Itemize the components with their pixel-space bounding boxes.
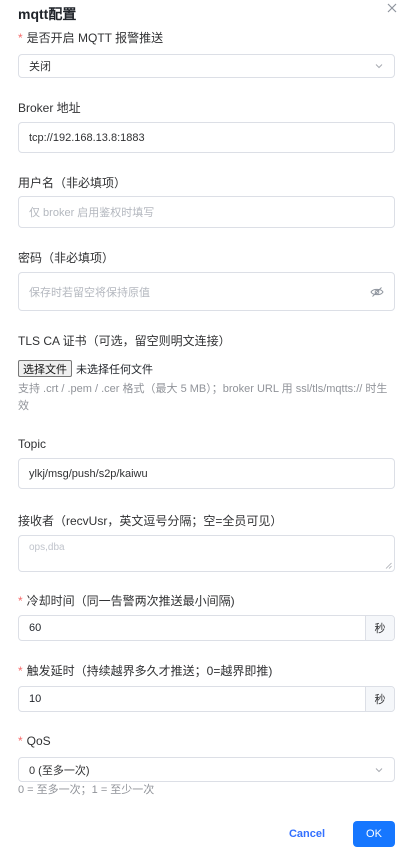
broker-label: Broker 地址 bbox=[18, 101, 81, 115]
resize-handle-icon[interactable] bbox=[385, 562, 392, 569]
cooldown-unit: 秒 bbox=[365, 616, 394, 640]
qos-label: * QoS bbox=[18, 734, 51, 748]
topic-input-value: ylkj/msg/push/s2p/kaiwu bbox=[29, 467, 148, 480]
username-label: 用户名（非必填项） bbox=[18, 176, 127, 190]
receivers-placeholder: ops,dba bbox=[29, 542, 65, 553]
password-placeholder: 保存时若留空将保持原值 bbox=[29, 286, 150, 299]
required-mark: * bbox=[18, 594, 23, 608]
tls-hint-line2: 效 bbox=[18, 400, 29, 412]
tls-file-picker: 选择文件 未选择任何文件 bbox=[18, 360, 153, 377]
password-label: 密码（非必填项） bbox=[18, 251, 115, 265]
close-icon[interactable] bbox=[385, 1, 399, 15]
qos-select-value: 0 (至多一次) bbox=[29, 764, 90, 777]
mqtt-config-dialog: mqtt配置 * 是否开启 MQTT 报警推送 关闭 Broker 地址 tcp:… bbox=[0, 0, 414, 848]
password-input[interactable]: 保存时若留空将保持原值 bbox=[18, 272, 395, 311]
topic-label: Topic bbox=[18, 437, 47, 451]
enable-label: * 是否开启 MQTT 报警推送 bbox=[18, 29, 163, 46]
delay-value: 10 bbox=[29, 693, 42, 705]
receivers-textarea[interactable]: ops,dba bbox=[18, 535, 395, 572]
file-status: 未选择任何文件 bbox=[76, 363, 153, 376]
required-mark: * bbox=[18, 734, 23, 748]
qos-hint: 0 = 至多一次；1 = 至少一次 bbox=[18, 784, 155, 796]
broker-input-value: tcp://192.168.13.8:1883 bbox=[29, 131, 145, 144]
tls-label: TLS CA 证书（可选，留空则明文连接） bbox=[18, 334, 231, 348]
delay-label: * 触发延时（持续越界多久才推送；0=越界即推) bbox=[18, 662, 272, 679]
cooldown-label-text: 冷却时间（同一告警两次推送最小间隔) bbox=[26, 594, 235, 608]
enable-select-value: 关闭 bbox=[29, 61, 51, 73]
username-placeholder: 仅 broker 启用鉴权时填写 bbox=[29, 207, 155, 219]
delay-unit: 秒 bbox=[365, 687, 394, 711]
eye-off-icon[interactable] bbox=[370, 286, 384, 298]
username-input[interactable]: 仅 broker 启用鉴权时填写 bbox=[18, 196, 395, 228]
cooldown-value: 60 bbox=[29, 622, 42, 634]
topic-input[interactable]: ylkj/msg/push/s2p/kaiwu bbox=[18, 458, 395, 489]
broker-input[interactable]: tcp://192.168.13.8:1883 bbox=[18, 122, 395, 153]
dialog-title: mqtt配置 bbox=[18, 6, 77, 22]
required-mark: * bbox=[18, 31, 23, 45]
required-mark: * bbox=[18, 664, 23, 678]
qos-select[interactable]: 0 (至多一次) bbox=[18, 757, 395, 782]
delay-label-text: 触发延时（持续越界多久才推送；0=越界即推) bbox=[26, 664, 273, 678]
delay-input[interactable]: 10 秒 bbox=[18, 686, 395, 712]
ok-button[interactable]: OK bbox=[353, 821, 395, 847]
chevron-down-icon bbox=[375, 767, 383, 772]
tls-hint-line1: 支持 .crt / .pem / .cer 格式（最大 5 MB）；broker… bbox=[18, 383, 388, 395]
choose-file-button[interactable]: 选择文件 bbox=[18, 360, 72, 377]
cooldown-input[interactable]: 60 秒 bbox=[18, 615, 395, 641]
enable-select[interactable]: 关闭 bbox=[18, 54, 395, 78]
chevron-down-icon bbox=[375, 64, 383, 69]
cancel-button[interactable]: Cancel bbox=[279, 821, 335, 847]
enable-label-text: 是否开启 MQTT 报警推送 bbox=[26, 31, 164, 45]
cooldown-label: * 冷却时间（同一告警两次推送最小间隔) bbox=[18, 592, 235, 609]
qos-label-text: QoS bbox=[26, 734, 51, 748]
receivers-label: 接收者（recvUsr，英文逗号分隔；空=全员可见） bbox=[18, 514, 283, 528]
